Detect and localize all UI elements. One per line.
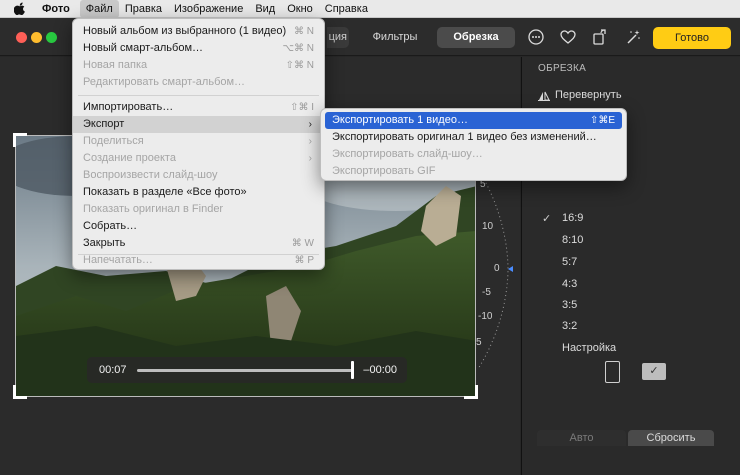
remaining-time: –00:00	[363, 364, 397, 376]
aspect-5-7[interactable]: 5:7	[562, 256, 577, 268]
crop-handle-top-left[interactable]	[13, 133, 27, 147]
tab-filters[interactable]: Фильтры	[355, 27, 435, 48]
flip-button[interactable]: Перевернуть	[538, 89, 622, 101]
reset-button[interactable]: Сбросить	[628, 430, 714, 446]
zoom-window-button[interactable]	[46, 32, 57, 43]
menu-item-import[interactable]: Импортировать… ⇧⌘ I	[73, 99, 324, 116]
apple-logo-icon[interactable]	[14, 2, 26, 15]
aspect-3-2[interactable]: 3:2	[562, 320, 577, 332]
landscape-orientation-button[interactable]: ✓	[642, 363, 666, 380]
aspect-8-10[interactable]: 8:10	[562, 234, 583, 246]
menu-separator	[78, 95, 319, 96]
menu-item-consolidate[interactable]: Собрать…	[73, 218, 324, 235]
menu-item-export-slideshow[interactable]: Экспортировать слайд-шоу…	[325, 146, 622, 163]
file-menu: Новый альбом из выбранного (1 видео) ⌘ N …	[72, 18, 325, 270]
flip-label: Перевернуть	[555, 89, 622, 101]
menu-item-new-folder[interactable]: Новая папка ⇧⌘ N	[73, 57, 324, 74]
close-window-button[interactable]	[16, 32, 27, 43]
straighten-dial[interactable]: 5 10 0 -5 -10 5	[468, 169, 518, 369]
menu-item-show-in-finder[interactable]: Показать оригинал в Finder	[73, 201, 324, 218]
aspect-4-3[interactable]: 4:3	[562, 278, 577, 290]
minimize-window-button[interactable]	[31, 32, 42, 43]
menu-item-new-album[interactable]: Новый альбом из выбранного (1 видео) ⌘ N	[73, 23, 324, 40]
menu-item-show-in-all-photos[interactable]: Показать в разделе «Все фото»	[73, 184, 324, 201]
tab-adjust[interactable]: ция	[327, 27, 349, 48]
menu-item-close[interactable]: Закрыть ⌘ W	[73, 235, 324, 252]
aspect-custom[interactable]: Настройка	[562, 342, 616, 354]
dial-label: 5	[476, 337, 482, 348]
menu-item-export-gif[interactable]: Экспортировать GIF	[325, 163, 622, 180]
menu-item-export[interactable]: Экспорт ›	[73, 116, 324, 133]
menu-file[interactable]: Файл	[79, 0, 119, 18]
more-icon[interactable]	[527, 28, 545, 46]
crop-handle-bottom-left[interactable]	[13, 385, 27, 399]
chevron-right-icon: ›	[308, 136, 312, 147]
chevron-right-icon: ›	[308, 119, 312, 130]
rotate-icon[interactable]	[591, 28, 609, 46]
sidebar-title: ОБРЕЗКА	[538, 63, 587, 74]
scrubber-playhead[interactable]	[351, 361, 354, 379]
auto-button[interactable]: Авто	[537, 430, 626, 446]
dial-label: 10	[482, 221, 494, 232]
menu-item-export-original[interactable]: Экспортировать оригинал 1 видео без изме…	[325, 129, 622, 146]
export-submenu: Экспортировать 1 видео… ⇧⌘E Экспортироват…	[320, 108, 627, 181]
menu-item-export-video[interactable]: Экспортировать 1 видео… ⇧⌘E	[325, 112, 622, 129]
menu-view[interactable]: Вид	[249, 0, 281, 18]
dial-label: -10	[478, 311, 493, 322]
menu-item-print[interactable]: Напечатать… ⌘ P	[73, 252, 324, 269]
menu-edit[interactable]: Правка	[119, 0, 168, 18]
chevron-right-icon: ›	[308, 153, 312, 164]
dial-label: -5	[482, 287, 491, 298]
heart-icon[interactable]	[559, 28, 577, 46]
portrait-orientation-button[interactable]	[605, 361, 620, 383]
menu-item-play-slideshow[interactable]: Воспроизвести слайд-шоу	[73, 167, 324, 184]
dial-label: 0	[494, 263, 500, 274]
menu-item-new-smart-album[interactable]: Новый смарт-альбом… ⌥⌘ N	[73, 40, 324, 57]
menu-app-photos[interactable]: Фото	[42, 0, 76, 18]
selected-check-icon: ✓	[542, 213, 552, 225]
menu-item-share[interactable]: Поделиться ›	[73, 133, 324, 150]
menu-item-edit-smart-album[interactable]: Редактировать смарт-альбом…	[73, 74, 324, 91]
crop-handle-bottom-right[interactable]	[464, 385, 478, 399]
scrubber-track[interactable]	[137, 369, 353, 372]
aspect-16-9[interactable]: 16:9	[562, 212, 583, 224]
current-time: 00:07	[99, 364, 127, 376]
flip-icon	[538, 90, 550, 101]
menu-bar: Фото Файл Правка Изображение Вид Окно Сп…	[0, 0, 740, 18]
aspect-3-5[interactable]: 3:5	[562, 299, 577, 311]
done-button[interactable]: Готово	[653, 27, 731, 49]
menu-window[interactable]: Окно	[281, 0, 319, 18]
video-scrubber[interactable]: 00:07 –00:00	[87, 357, 407, 383]
magic-wand-icon[interactable]	[624, 28, 642, 46]
menu-help[interactable]: Справка	[319, 0, 374, 18]
menu-item-create-project[interactable]: Создание проекта ›	[73, 150, 324, 167]
tab-crop[interactable]: Обрезка	[437, 27, 515, 48]
menu-image[interactable]: Изображение	[168, 0, 249, 18]
